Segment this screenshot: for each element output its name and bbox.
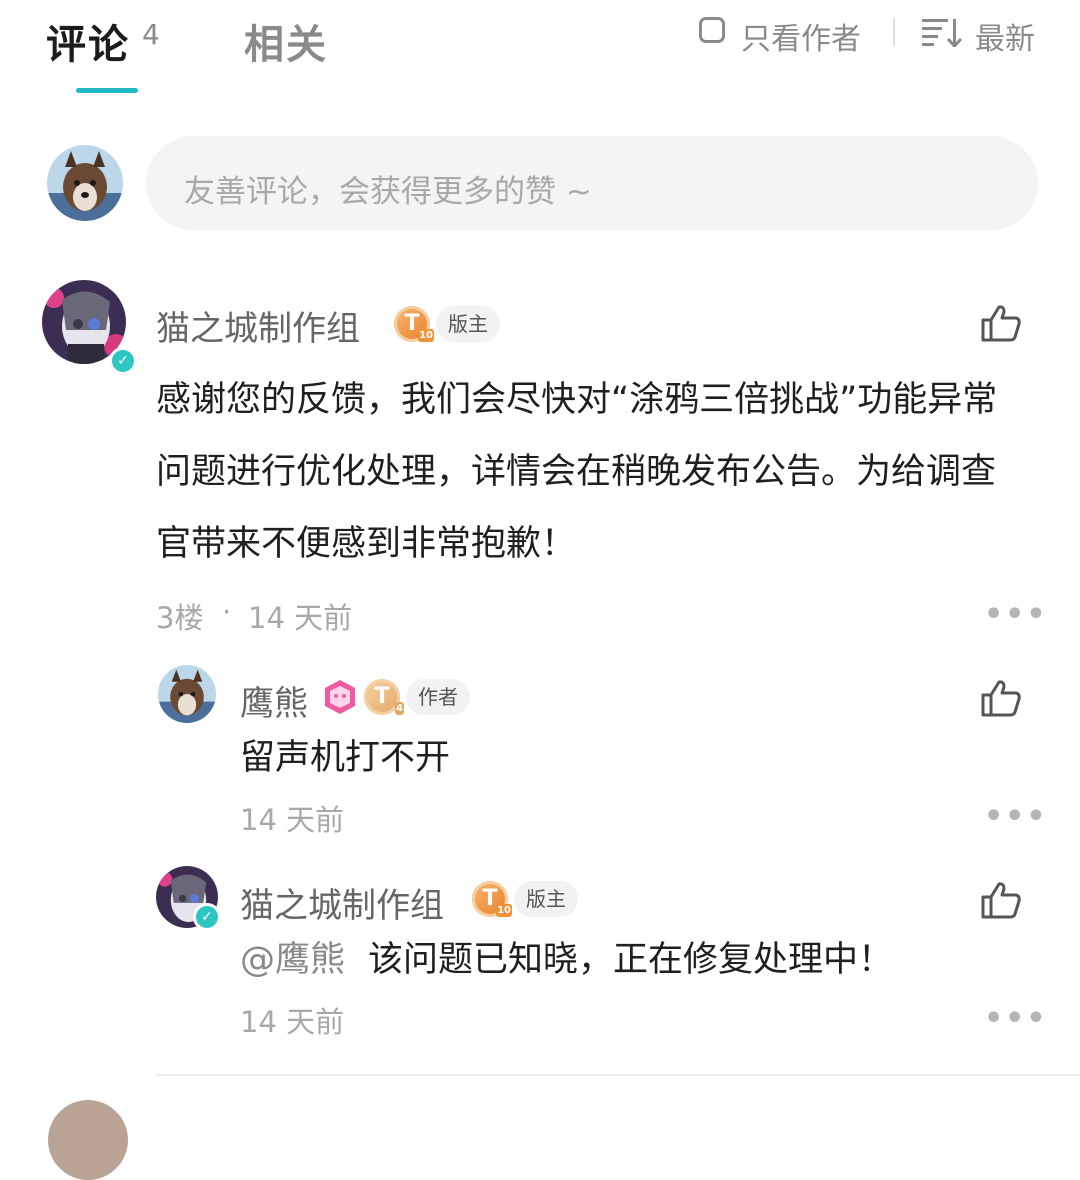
level-badge-number: 10 <box>418 329 434 342</box>
level-badge-icon: T 10 <box>472 881 512 917</box>
more-options-icon[interactable]: ••• <box>984 1001 1048 1036</box>
level-badge-icon: T 10 <box>394 306 434 342</box>
author-only-label[interactable]: 只看作者 <box>741 14 861 58</box>
reply-author-name[interactable]: 猫之城制作组 <box>240 878 444 927</box>
reply-time: 14 天前 <box>240 1005 345 1039</box>
role-badge: 版主 <box>514 881 578 917</box>
level-badge-letter: T <box>374 684 390 709</box>
role-badge: 作者 <box>406 679 470 715</box>
comment-author-name[interactable]: 猫之城制作组 <box>156 301 360 350</box>
reply-body: 留声机打不开 <box>240 738 451 778</box>
reply-time: 14 天前 <box>240 803 345 837</box>
verified-icon: ✓ <box>193 903 221 931</box>
avatar[interactable] <box>48 1100 128 1180</box>
avatar[interactable] <box>158 665 216 723</box>
current-user-avatar[interactable] <box>47 145 123 221</box>
fan-badge-icon <box>325 680 355 714</box>
sort-label[interactable]: 最新 <box>975 14 1035 58</box>
like-icon[interactable] <box>980 880 1022 920</box>
verified-icon: ✓ <box>109 347 137 375</box>
tab-related[interactable]: 相关 <box>244 12 328 70</box>
reply-body: 该问题已知晓，正在修复处理中！ <box>368 940 894 980</box>
level-badge-number: 4 <box>395 702 404 715</box>
tab-comments[interactable]: 评论 <box>46 12 130 70</box>
comment-floor: 3楼 <box>156 601 204 635</box>
comment-body-line: 感谢您的反馈，我们会尽快对“涂鸦三倍挑战”功能异常 <box>156 380 998 420</box>
author-only-checkbox[interactable] <box>699 17 725 43</box>
reply-author-name[interactable]: 鹰熊 <box>240 676 308 725</box>
level-badge-number: 10 <box>496 904 512 917</box>
comment-body-line: 官带来不便感到非常抱歉！ <box>156 524 577 564</box>
controls-divider <box>893 18 895 46</box>
more-options-icon[interactable]: ••• <box>984 597 1048 632</box>
level-badge-icon: T 4 <box>364 679 404 715</box>
more-options-icon[interactable]: ••• <box>984 799 1048 834</box>
comment-divider <box>156 1074 1080 1076</box>
comment-time: 14 天前 <box>248 601 353 635</box>
meta-separator: · <box>222 595 232 629</box>
sort-icon[interactable] <box>922 17 962 47</box>
active-tab-indicator <box>76 88 138 93</box>
like-icon[interactable] <box>980 303 1022 343</box>
like-icon[interactable] <box>980 678 1022 718</box>
comment-input-placeholder[interactable]: 友善评论，会获得更多的赞 ~ <box>184 166 592 211</box>
mention-link[interactable]: @鹰熊 <box>240 924 345 996</box>
comments-count: 4 <box>142 18 160 51</box>
comment-body-line: 问题进行优化处理，详情会在稍晚发布公告。为给调查 <box>156 452 997 492</box>
role-badge: 版主 <box>436 306 500 342</box>
